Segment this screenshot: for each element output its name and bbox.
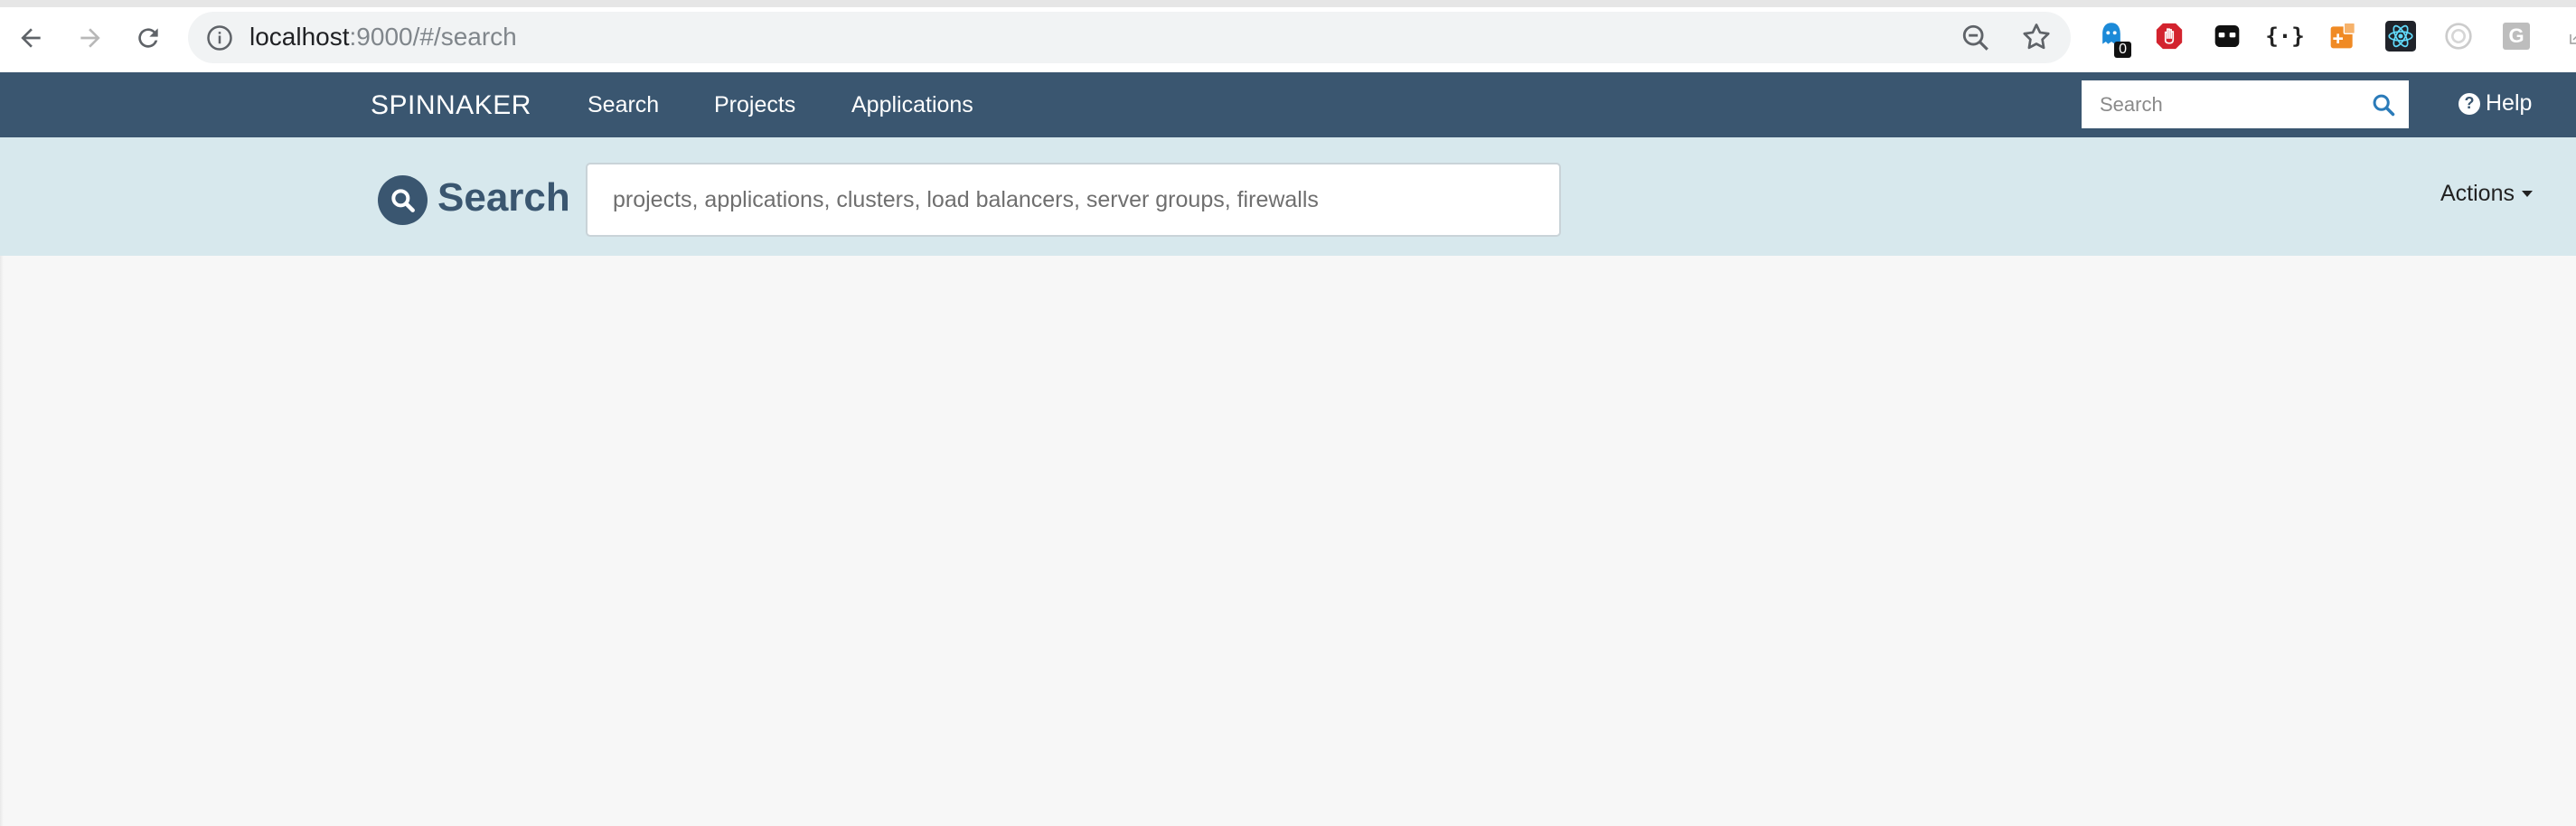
mask-extension[interactable] — [2211, 20, 2243, 52]
page-title: Search — [437, 175, 570, 220]
search-results-area — [0, 256, 2576, 826]
tab-strip-edge — [0, 0, 2576, 7]
circle-extension[interactable] — [2442, 20, 2475, 52]
brand-logo[interactable]: SPINNAKER — [371, 90, 531, 121]
actions-dropdown[interactable]: Actions — [2440, 181, 2533, 207]
arrow-left-icon — [21, 28, 41, 48]
search-title-icon — [378, 175, 428, 225]
nav-search-link[interactable]: Search — [588, 92, 659, 118]
mask-icon — [2214, 25, 2240, 47]
g-extension-label: G — [2508, 24, 2524, 47]
header-search-box — [2082, 80, 2409, 128]
search-subheader: Search Actions — [0, 137, 2576, 256]
help-label: Help — [2486, 90, 2533, 116]
circle-extension-icon — [2445, 23, 2472, 50]
url-text[interactable]: localhost:9000/#/search — [249, 23, 517, 52]
json-braces-icon: {·} — [2265, 23, 2305, 49]
react-devtools-extension[interactable] — [2384, 20, 2417, 52]
actions-label: Actions — [2440, 181, 2515, 206]
orange-extension[interactable] — [2327, 20, 2359, 52]
zoom-out-icon[interactable] — [1960, 23, 1991, 53]
url-path: :9000/#/search — [349, 23, 517, 51]
overflow-extension[interactable] — [2558, 20, 2576, 52]
nav-projects-link[interactable]: Projects — [714, 92, 795, 118]
reload-button[interactable] — [128, 18, 168, 58]
arrow-right-icon — [80, 28, 100, 48]
bookmark-star-icon[interactable] — [2020, 21, 2053, 53]
hand-stop-extension[interactable] — [2153, 20, 2186, 52]
search-icon[interactable] — [2371, 92, 2396, 117]
hand-stop-icon — [2156, 23, 2183, 50]
react-devtools-icon — [2385, 21, 2416, 52]
json-extension[interactable]: {·} — [2265, 20, 2304, 52]
caret-down-icon — [2521, 191, 2533, 197]
info-icon[interactable] — [206, 24, 233, 52]
left-edge-shadow — [0, 256, 4, 826]
reload-icon — [138, 28, 158, 48]
browser-chrome: localhost:9000/#/search 0 {·} G — [0, 0, 2576, 72]
infrastructure-search-input[interactable] — [588, 164, 1559, 235]
help-link[interactable]: ? Help — [2458, 90, 2532, 117]
question-circle-icon: ? — [2458, 92, 2480, 115]
infrastructure-search-box — [586, 163, 1561, 237]
g-extension-icon: G — [2503, 23, 2530, 50]
nav-applications-link[interactable]: Applications — [851, 92, 973, 118]
app-header: SPINNAKER Search Projects Applications ?… — [0, 72, 2576, 137]
external-link-icon — [2570, 34, 2576, 44]
forward-button[interactable] — [71, 18, 110, 58]
g-extension[interactable]: G — [2500, 20, 2533, 52]
back-button[interactable] — [11, 18, 51, 58]
address-bar[interactable]: localhost:9000/#/search — [188, 12, 2071, 63]
ghostery-extension[interactable]: 0 — [2095, 20, 2131, 58]
orange-extension-icon — [2330, 22, 2355, 49]
url-host: localhost — [249, 23, 350, 51]
magnifier-icon — [390, 188, 415, 212]
ghostery-badge: 0 — [2114, 42, 2131, 58]
header-search-input[interactable] — [2082, 80, 2353, 128]
